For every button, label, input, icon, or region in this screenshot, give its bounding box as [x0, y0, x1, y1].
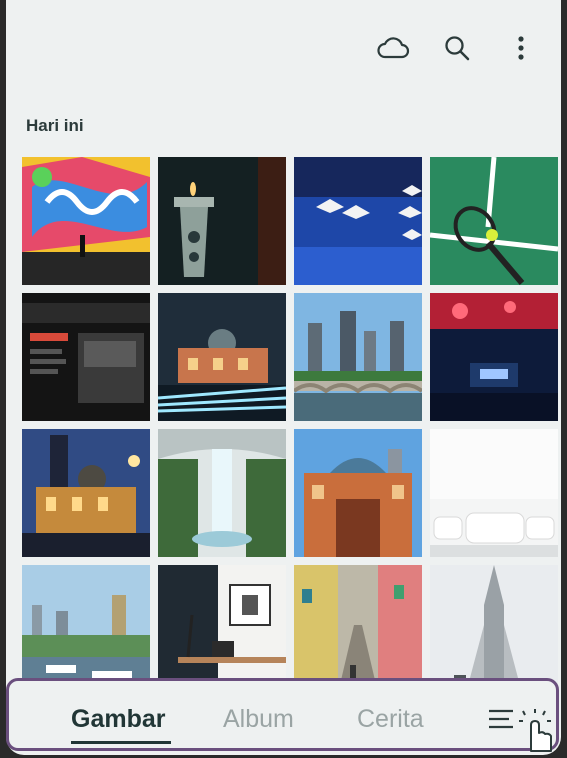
menu-icon [489, 709, 552, 752]
section-title: Hari ini [26, 116, 84, 135]
bottom-navigation: Gambar Album Cerita [6, 678, 559, 753]
photo-flinders-station-dusk[interactable] [22, 429, 150, 557]
photo-colorful-street[interactable] [294, 565, 422, 693]
photo-white-lounge[interactable] [430, 429, 558, 557]
photo-church-tower[interactable] [430, 565, 558, 693]
photo-candle-lantern[interactable] [158, 157, 286, 285]
tab-album[interactable]: Album [223, 705, 294, 734]
cloud-icon [377, 37, 410, 59]
search-icon [445, 36, 470, 61]
photo-graffiti-mural[interactable] [22, 157, 150, 285]
photo-office-desk[interactable] [158, 565, 286, 693]
photo-flinders-station-day[interactable] [294, 429, 422, 557]
photo-indoor-waterfall[interactable] [158, 429, 286, 557]
cloud-button[interactable] [371, 30, 415, 66]
photo-tennis-racket[interactable] [430, 157, 558, 285]
tab-cerita[interactable]: Cerita [357, 705, 424, 734]
photo-concert-stage[interactable] [430, 293, 558, 421]
more-options-button[interactable] [499, 30, 543, 66]
photo-city-skyline-bridge[interactable] [294, 293, 422, 421]
menu-button[interactable] [483, 701, 553, 753]
search-button[interactable] [435, 30, 479, 66]
more-vert-icon [518, 36, 524, 60]
active-tab-indicator [71, 741, 171, 744]
photo-paper-boats[interactable] [294, 157, 422, 285]
photo-laptop-screen[interactable] [22, 293, 150, 421]
gallery-screen: Hari ini [6, 0, 561, 755]
photo-flinders-station-night[interactable] [158, 293, 286, 421]
tab-gambar[interactable]: Gambar [71, 705, 165, 734]
top-bar [371, 30, 543, 66]
photo-harbor-city[interactable] [22, 565, 150, 693]
photo-grid [22, 157, 560, 693]
